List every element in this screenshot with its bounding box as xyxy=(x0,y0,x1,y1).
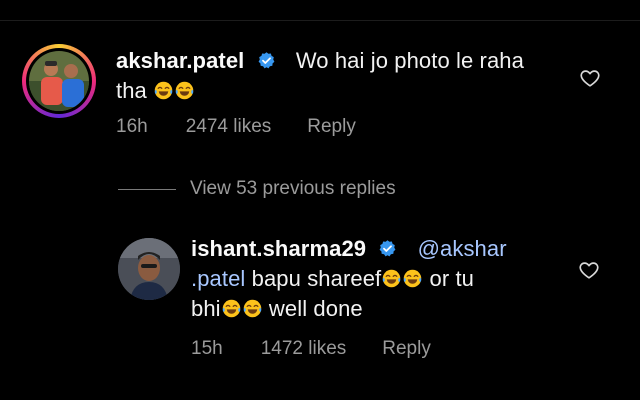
reply-text-d: well done xyxy=(262,296,363,321)
laughing-crying-emoji-icon xyxy=(383,269,401,288)
mention-link-continued[interactable]: .patel xyxy=(191,266,245,291)
reply-text-a: bapu shareef xyxy=(245,266,382,291)
reply-username[interactable]: ishant.sharma29 xyxy=(191,236,366,261)
laughing-crying-emoji-icon xyxy=(404,269,422,288)
comment-text-line1: Wo hai jo photo le raha xyxy=(295,48,524,73)
like-heart-icon[interactable] xyxy=(579,67,601,89)
reply-button[interactable]: Reply xyxy=(382,338,431,360)
laughing-crying-emoji-icon xyxy=(243,299,261,318)
avatar[interactable] xyxy=(118,238,180,300)
avatar-photo xyxy=(29,51,89,111)
view-previous-replies[interactable]: View 53 previous replies xyxy=(118,178,396,200)
reply-text-b: or tu xyxy=(423,266,475,291)
verified-badge-icon xyxy=(258,52,275,69)
reply-text: ishant.sharma29 @akshar .patel bapu shar… xyxy=(191,234,551,324)
reply-text-c: bhi xyxy=(191,296,221,321)
view-replies-label[interactable]: View 53 previous replies xyxy=(190,178,396,200)
comment-likes[interactable]: 2474 likes xyxy=(186,116,272,138)
reply-time: 15h xyxy=(191,338,223,359)
avatar xyxy=(26,48,92,114)
comment-text: akshar.patel Wo hai jo photo le raha tha xyxy=(116,46,566,106)
like-heart-icon[interactable] xyxy=(578,259,600,281)
laughing-crying-emoji-icon xyxy=(154,81,173,100)
laughing-crying-emoji-icon xyxy=(175,81,194,100)
reply-button[interactable]: Reply xyxy=(307,116,356,138)
reply-meta: 15h 1472 likes Reply xyxy=(191,338,431,360)
top-divider xyxy=(0,20,640,21)
verified-badge-icon xyxy=(379,240,396,257)
comment-time: 16h xyxy=(116,116,148,137)
comment-username[interactable]: akshar.patel xyxy=(116,48,244,73)
mention-link[interactable]: @akshar xyxy=(418,236,507,261)
avatar-photo xyxy=(118,238,180,300)
view-replies-line xyxy=(118,188,176,190)
comment-meta: 16h 2474 likes Reply xyxy=(116,116,356,138)
comment-text-line2: tha xyxy=(116,78,147,103)
reply-likes[interactable]: 1472 likes xyxy=(261,338,347,360)
laughing-crying-emoji-icon xyxy=(222,299,240,318)
avatar-story-ring[interactable] xyxy=(22,44,96,118)
